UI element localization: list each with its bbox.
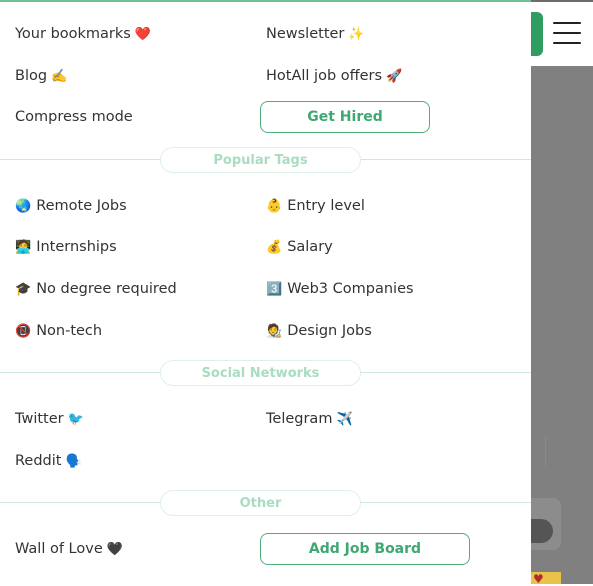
heart-icon: ❤️ bbox=[134, 27, 152, 42]
tag-label: Entry level bbox=[287, 198, 365, 214]
tag-label: No degree required bbox=[36, 281, 177, 297]
social-link-twitter[interactable]: Twitter 🐦 bbox=[15, 409, 84, 430]
newsletter-label: Newsletter bbox=[266, 26, 345, 42]
heart-icon: ♥ bbox=[533, 572, 544, 586]
social-label: Telegram bbox=[266, 411, 333, 427]
compress-mode-label: Compress mode bbox=[15, 109, 133, 125]
menu-item-compress-mode[interactable]: Compress mode bbox=[15, 107, 133, 127]
tag-remote-jobs[interactable]: 🌏 Remote Jobs bbox=[15, 196, 127, 217]
tag-label: Design Jobs bbox=[287, 323, 372, 339]
globe-icon: 🌏 bbox=[15, 199, 32, 214]
tag-label: Remote Jobs bbox=[36, 198, 127, 214]
get-hired-button[interactable]: Get Hired bbox=[260, 101, 430, 133]
navigation-menu-panel: Your bookmarks ❤️ Newsletter ✨ Blog ✍️ HotA… bbox=[0, 0, 531, 584]
section-heading-social-networks: Social Networks bbox=[160, 360, 361, 386]
add-job-board-button[interactable]: Add Job Board bbox=[260, 533, 470, 565]
tag-label: Non-tech bbox=[36, 323, 103, 339]
speaking-head-icon: 🗣️ bbox=[65, 454, 82, 469]
tag-non-tech[interactable]: 📵 Non-tech bbox=[15, 321, 102, 342]
rocket-icon: 🚀 bbox=[386, 69, 403, 84]
technologist-icon: 🧑‍💻 bbox=[15, 240, 32, 255]
background-divider bbox=[531, 436, 546, 466]
no-phones-icon: 📵 bbox=[15, 324, 32, 339]
tag-design-jobs[interactable]: 🧑‍🎨 Design Jobs bbox=[266, 321, 372, 342]
money-bag-icon: 💰 bbox=[266, 240, 283, 255]
menu-item-bookmarks[interactable]: Your bookmarks ❤️ bbox=[15, 24, 151, 45]
section-heading-popular-tags: Popular Tags bbox=[160, 147, 361, 173]
menu-item-blog[interactable]: Blog ✍️ bbox=[15, 66, 67, 87]
bookmarks-label: Your bookmarks bbox=[15, 26, 131, 42]
wall-of-love-label: Wall of Love bbox=[15, 541, 103, 557]
black-heart-icon: 🖤 bbox=[106, 542, 123, 557]
graduation-cap-icon: 🎓 bbox=[15, 282, 32, 297]
social-label: Reddit bbox=[15, 453, 62, 469]
menu-item-newsletter[interactable]: Newsletter ✨ bbox=[266, 24, 365, 45]
social-label: Twitter bbox=[15, 411, 64, 427]
tag-web3-companies[interactable]: 3️⃣ Web3 Companies bbox=[266, 279, 414, 300]
tag-label: Salary bbox=[287, 239, 333, 255]
tag-label: Internships bbox=[36, 239, 117, 255]
tag-internships[interactable]: 🧑‍💻 Internships bbox=[15, 237, 117, 258]
tag-entry-level[interactable]: 👶 Entry level bbox=[266, 196, 365, 217]
section-heading-other: Other bbox=[160, 490, 361, 516]
social-link-reddit[interactable]: Reddit 🗣️ bbox=[15, 451, 82, 472]
social-link-telegram[interactable]: Telegram ✈️ bbox=[266, 409, 353, 430]
artist-icon: 🧑‍🎨 bbox=[266, 324, 283, 339]
tag-no-degree-required[interactable]: 🎓 No degree required bbox=[15, 279, 177, 300]
writing-hand-icon: ✍️ bbox=[51, 69, 68, 84]
bird-icon: 🐦 bbox=[67, 412, 84, 427]
menu-item-wall-of-love[interactable]: Wall of Love 🖤 bbox=[15, 539, 123, 560]
hamburger-menu-icon[interactable] bbox=[553, 22, 581, 44]
blog-label: Blog bbox=[15, 68, 48, 84]
menu-item-job-offers[interactable]: HotAll job offers 🚀 bbox=[266, 66, 402, 87]
tag-salary[interactable]: 💰 Salary bbox=[266, 237, 333, 258]
sparkles-icon: ✨ bbox=[348, 27, 365, 42]
job-offers-label: HotAll job offers bbox=[266, 68, 383, 84]
baby-icon: 👶 bbox=[266, 199, 283, 214]
airplane-icon: ✈️ bbox=[336, 412, 353, 427]
keycap-three-icon: 3️⃣ bbox=[266, 282, 283, 297]
tag-label: Web3 Companies bbox=[287, 281, 414, 297]
